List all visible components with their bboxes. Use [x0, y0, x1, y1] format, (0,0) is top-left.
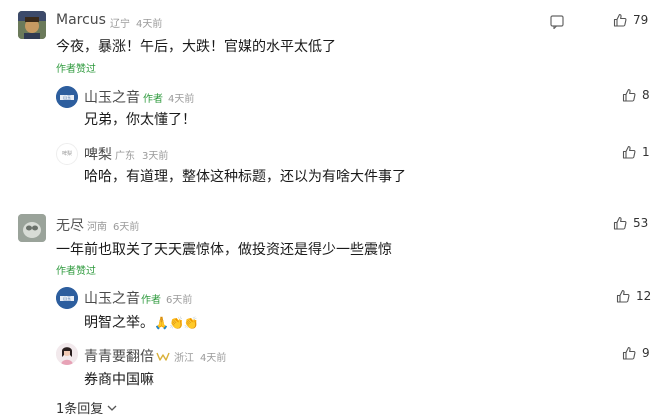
comment-location: 辽宁 [110, 19, 130, 30]
comment-username[interactable]: 无尽 [56, 215, 84, 235]
reply-username[interactable]: 啤梨 [84, 144, 112, 164]
avatar-author[interactable]: 山玉 [56, 86, 78, 108]
svg-text:山玉: 山玉 [63, 94, 71, 100]
like-count: 79 [633, 13, 649, 27]
chevron-down-icon [107, 405, 117, 411]
like-button[interactable]: 9 [622, 346, 650, 360]
comment-username[interactable]: Marcus [56, 12, 106, 28]
author-liked-label: 作者赞过 [56, 266, 96, 277]
like-button[interactable]: 8 [622, 88, 650, 102]
reply-icon[interactable] [550, 14, 564, 33]
reply-location: 广东 [115, 151, 135, 162]
reply-text: 明智之举。🙏👏👏 [84, 312, 199, 332]
avatar-qingqing[interactable] [56, 343, 78, 365]
avatar-author[interactable]: 山玉 [56, 287, 78, 309]
thumbs-up-icon [613, 13, 627, 27]
comment-location: 河南 [87, 222, 107, 233]
reply-text: 券商中国嘛 [84, 372, 154, 388]
badge-icon [156, 348, 170, 367]
reply-text: 兄弟，你太懂了！ [84, 112, 196, 128]
reply-username[interactable]: 青青要翻倍 [84, 346, 154, 366]
like-count: 12 [636, 289, 652, 303]
author-tag: 作者 [141, 295, 161, 306]
avatar-wujin[interactable] [18, 214, 46, 242]
like-button[interactable]: 53 [613, 216, 648, 230]
reply-username[interactable]: 山玉之音 [84, 288, 140, 308]
thumbs-up-icon [622, 88, 636, 102]
thumbs-up-icon [622, 346, 636, 360]
reply-text: 哈哈，有道理，整体这种标题，还以为有啥大件事了 [84, 169, 406, 185]
svg-text:山玉: 山玉 [63, 295, 71, 301]
thumbs-up-icon [622, 145, 636, 159]
like-count: 9 [642, 346, 650, 360]
expand-replies-label: 1条回复 [56, 402, 104, 416]
like-count: 1 [642, 145, 650, 159]
reply-time: 3天前 [142, 151, 169, 162]
like-count: 53 [633, 216, 649, 230]
comment-text: 今夜，暴涨！午后，大跌！官媒的水平太低了 [56, 39, 336, 55]
like-button[interactable]: 12 [616, 289, 651, 303]
reply-location: 浙江 [174, 353, 194, 364]
comment-text: 一年前也取关了天天震惊体，做投资还是得少一些震惊 [56, 242, 392, 258]
comment-time: 4天前 [136, 19, 163, 30]
avatar-marcus[interactable] [18, 11, 46, 39]
expand-replies-button[interactable]: 1条回复 [56, 398, 117, 416]
like-button[interactable]: 79 [613, 13, 648, 27]
avatar-pili[interactable]: 啤梨 [56, 143, 78, 165]
comment-time: 6天前 [113, 222, 140, 233]
reply-time: 4天前 [200, 353, 227, 364]
like-count: 8 [642, 88, 650, 102]
author-tag: 作者 [143, 94, 163, 105]
avatar-text: 啤梨 [61, 151, 72, 157]
reply-time: 4天前 [168, 94, 195, 105]
reply-time: 6天前 [166, 295, 193, 306]
reply-username[interactable]: 山玉之音 [84, 87, 140, 107]
emoji-reactions: 🙏👏👏 [154, 316, 199, 330]
author-liked-label: 作者赞过 [56, 64, 96, 75]
reply-text-body: 明智之举。 [84, 315, 154, 331]
thumbs-up-icon [613, 216, 627, 230]
like-button[interactable]: 1 [622, 145, 650, 159]
thumbs-up-icon [616, 289, 630, 303]
